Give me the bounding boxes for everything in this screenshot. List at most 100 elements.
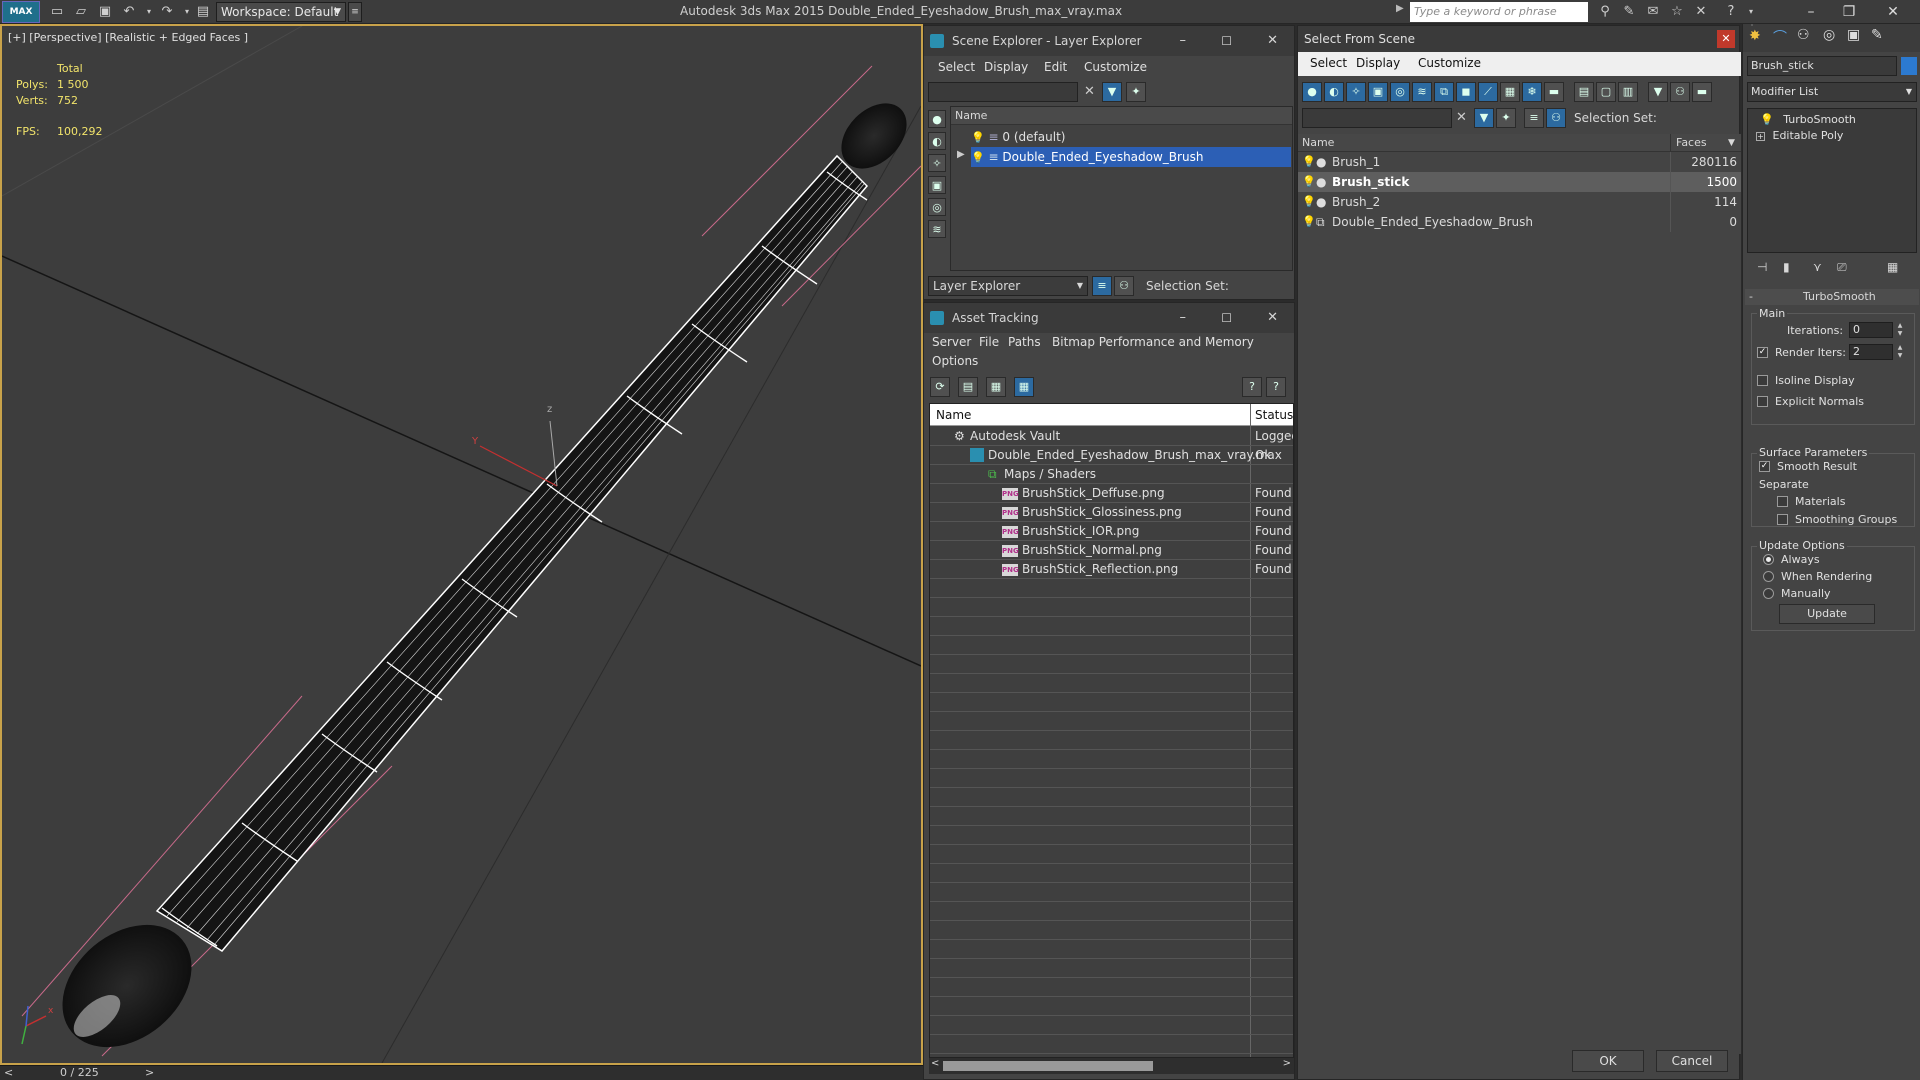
menu-display[interactable]: Display — [984, 60, 1028, 74]
close-icon[interactable]: ✕ — [1878, 2, 1908, 22]
display-helpers-icon[interactable]: ◎ — [1390, 82, 1410, 102]
explorer-type-dropdown[interactable]: Layer Explorer ▼ — [928, 276, 1088, 296]
display-lights-icon[interactable]: ✧ — [1346, 82, 1366, 102]
filter-toggle-icon[interactable]: ▼ — [1474, 108, 1494, 128]
next-frame-icon[interactable]: > — [145, 1066, 154, 1079]
menu-server[interactable]: Server — [932, 335, 971, 349]
restore-icon[interactable]: ❐ — [1834, 2, 1864, 22]
asset-tracking-titlebar[interactable]: Asset Tracking – ☐ ✕ — [924, 303, 1294, 333]
modify-tab-icon[interactable]: ⌒ — [1773, 27, 1787, 47]
favorites-star-icon[interactable]: ☆ — [1668, 3, 1686, 21]
menu-customize[interactable]: Customize — [1084, 60, 1147, 74]
hierarchy-icon[interactable]: ⚇ — [1114, 276, 1134, 296]
search-input[interactable]: Type a keyword or phrase — [1410, 2, 1588, 22]
asset-row-maps[interactable]: ⧉ Maps / Shaders — [930, 465, 1293, 484]
close-icon[interactable]: ✕ — [1717, 30, 1735, 48]
minimize-icon[interactable]: – — [1180, 26, 1187, 56]
prev-frame-icon[interactable]: < — [4, 1066, 13, 1079]
configure-modifier-sets-icon[interactable]: ▦ — [1887, 260, 1898, 274]
grid-view-icon[interactable]: ▦ — [1014, 377, 1034, 397]
clear-filter-icon[interactable]: ✕ — [1456, 110, 1467, 125]
display-cameras-icon[interactable]: ▣ — [1368, 82, 1388, 102]
stack-item-turbosmooth[interactable]: 💡 TurboSmooth — [1760, 113, 1856, 126]
motion-tab-icon[interactable]: ◎ — [1823, 27, 1835, 43]
table-view-icon[interactable]: ▦ — [986, 377, 1006, 397]
close-icon[interactable]: ✕ — [1267, 26, 1278, 56]
filter-icon[interactable]: ▼ — [1648, 82, 1668, 102]
find-options-icon[interactable]: ✦ — [1126, 82, 1146, 102]
minimize-icon[interactable]: – — [1180, 303, 1187, 333]
smoothing-groups-checkbox[interactable] — [1777, 514, 1788, 525]
layer-row-default[interactable]: 💡 ≡ 0 (default) — [971, 127, 1291, 147]
display-geometry-icon[interactable]: ● — [1302, 82, 1322, 102]
search-expand-icon[interactable]: ▶ — [1396, 3, 1404, 14]
display-cameras-icon[interactable]: ▣ — [928, 176, 946, 194]
iterations-spinner[interactable]: 0 — [1849, 322, 1893, 338]
column-status[interactable]: Status — [1255, 404, 1293, 426]
light-bulb-icon[interactable]: 💡 — [1302, 212, 1316, 232]
asset-row-texture[interactable]: PNG BrushStick_IOR.png Found — [930, 522, 1293, 541]
expand-arrow-icon[interactable]: ▶ — [957, 149, 965, 160]
clear-filter-icon[interactable]: ✕ — [1084, 84, 1095, 99]
update-button[interactable]: Update — [1779, 604, 1875, 624]
column-name[interactable]: Name — [936, 404, 971, 426]
display-all-icon[interactable]: ▤ — [1574, 82, 1594, 102]
app-logo[interactable]: MAX — [2, 1, 40, 23]
menu-file[interactable]: File — [979, 335, 999, 349]
menu-customize[interactable]: Customize — [1418, 56, 1481, 70]
explicit-normals-checkbox[interactable] — [1757, 396, 1768, 407]
binoculars-icon[interactable]: ⚲ — [1596, 3, 1614, 21]
close-icon[interactable]: ✕ — [1267, 303, 1278, 333]
materials-checkbox[interactable] — [1777, 496, 1788, 507]
spinner-arrows-icon[interactable]: ▲ ▼ — [1895, 344, 1905, 360]
asset-row-max-file[interactable]: Double_Ended_Eyeshadow_Brush_max_vray.ma… — [930, 446, 1293, 465]
subscription-icon[interactable]: ✎ — [1620, 3, 1638, 21]
create-tab-icon[interactable]: ✸ — [1749, 28, 1761, 44]
sort-down-icon[interactable]: ▼ — [1728, 134, 1735, 152]
light-bulb-icon[interactable]: 💡 — [971, 151, 985, 164]
help-dropdown-icon[interactable]: ▾ — [1742, 3, 1760, 21]
invert-display-icon[interactable]: ▥ — [1618, 82, 1638, 102]
cancel-button[interactable]: Cancel — [1656, 1050, 1728, 1072]
display-none-icon[interactable]: ▢ — [1596, 82, 1616, 102]
light-bulb-icon[interactable]: 💡 — [971, 131, 985, 144]
collapse-icon[interactable]: ▬ — [1692, 82, 1712, 102]
display-spacewarps-icon[interactable]: ≋ — [928, 220, 946, 238]
undo-dropdown-icon[interactable]: ▾ — [140, 3, 158, 21]
asset-row-vault[interactable]: ⚙ Autodesk Vault Logged — [930, 427, 1293, 446]
asset-row-texture[interactable]: PNG BrushStick_Normal.png Found — [930, 541, 1293, 560]
object-name-input[interactable]: Brush_stick — [1747, 56, 1897, 76]
hierarchy-view-icon[interactable]: ⚇ — [1546, 108, 1566, 128]
pin-stack-icon[interactable]: ⊣ — [1757, 260, 1767, 274]
smooth-result-checkbox[interactable]: ✓ — [1759, 461, 1770, 472]
menu-display[interactable]: Display — [1356, 56, 1400, 70]
turbosmooth-rollout-header[interactable]: - TurboSmooth — [1745, 289, 1919, 305]
select-search-input[interactable] — [1302, 108, 1452, 128]
horizontal-scrollbar[interactable]: < > — [929, 1058, 1294, 1074]
save-icon[interactable]: ▣ — [96, 3, 114, 21]
display-frozen-icon[interactable]: ❄ — [1522, 82, 1542, 102]
exchange-icon[interactable]: ✕ — [1692, 3, 1710, 21]
always-radio[interactable] — [1763, 554, 1774, 565]
when-rendering-radio[interactable] — [1763, 571, 1774, 582]
light-bulb-icon[interactable]: 💡 — [1760, 113, 1774, 126]
hierarchy-tab-icon[interactable]: ⚇ — [1797, 27, 1810, 43]
object-row-brush-stick[interactable]: 💡 ● Brush_stick 1500 — [1298, 172, 1741, 192]
scrollbar-thumb[interactable] — [943, 1061, 1153, 1071]
undo-icon[interactable]: ↶ — [120, 3, 138, 21]
menu-select[interactable]: Select — [938, 60, 975, 74]
list-view-icon[interactable]: ▤ — [958, 377, 978, 397]
project-folder-icon[interactable]: ▤ — [194, 3, 212, 21]
new-file-icon[interactable]: ▭ — [48, 3, 66, 21]
menu-paths[interactable]: Paths — [1008, 335, 1041, 349]
menu-edit[interactable]: Edit — [1044, 60, 1067, 74]
display-bones-icon[interactable]: ⟋ — [1478, 82, 1498, 102]
modifier-list-dropdown[interactable]: Modifier List ▼ — [1747, 82, 1917, 102]
menu-bitmap-performance[interactable]: Bitmap Performance and Memory — [1052, 335, 1254, 349]
vault-help-icon[interactable]: ? — [1266, 377, 1286, 397]
asset-row-texture[interactable]: PNG BrushStick_Deffuse.png Found — [930, 484, 1293, 503]
scroll-right-icon[interactable]: > — [1283, 1058, 1291, 1069]
communication-icon[interactable]: ✉ — [1644, 3, 1662, 21]
layer-icon[interactable]: ≡ — [1524, 108, 1544, 128]
select-from-scene-titlebar[interactable]: Select From Scene ✕ — [1298, 26, 1739, 52]
